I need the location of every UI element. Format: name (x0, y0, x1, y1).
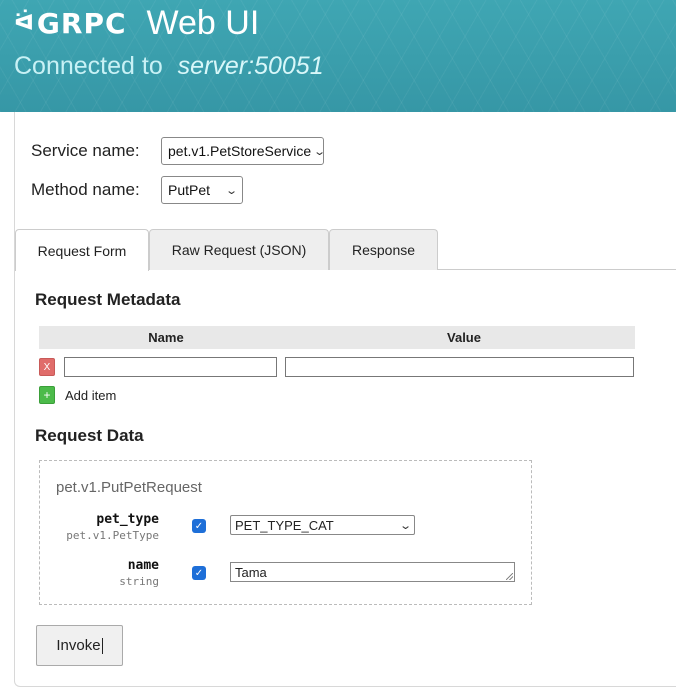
message-type: pet.v1.PutPetRequest (56, 479, 202, 496)
invoke-label: Invoke (56, 637, 101, 654)
service-value: pet.v1.PetStoreService (168, 143, 312, 159)
chevron-down-icon: ⌄ (224, 184, 238, 197)
request-data-box: pet.v1.PutPetRequest pet_type pet.v1.Pet… (39, 460, 532, 605)
grpc-logo-icon: ᐛ (14, 11, 35, 36)
resize-handle-icon[interactable] (506, 573, 513, 580)
tab-bar: Request Form Raw Request (JSON) Response (15, 229, 676, 271)
service-row: Service name: pet.v1.PetStoreService ⌄ (31, 137, 327, 165)
tab-response[interactable]: Response (329, 229, 438, 270)
invoke-button[interactable]: Invoke (36, 625, 123, 666)
request-data-title: Request Data (35, 426, 144, 445)
field-name: name (127, 558, 159, 573)
col-name-header: Name (148, 330, 184, 345)
add-item-label[interactable]: Add item (65, 388, 116, 403)
chevron-down-icon: ⌄ (398, 519, 412, 532)
name-value: Tama (235, 564, 267, 580)
pet-type-checkbox[interactable]: ✓ (192, 519, 206, 533)
name-checkbox[interactable]: ✓ (192, 566, 206, 580)
col-value-header: Value (447, 330, 481, 345)
pet-type-select[interactable]: PET_TYPE_CAT ⌄ (230, 515, 415, 535)
service-select[interactable]: pet.v1.PetStoreService ⌄ (161, 137, 327, 165)
connection-status: Connected to server:50051 (14, 52, 324, 81)
text-cursor (101, 637, 103, 654)
brand: ᐛ GRPC Web UI (14, 4, 259, 43)
method-row: Method name: PutPet ⌄ (31, 176, 243, 204)
field-name: pet_type (96, 512, 159, 527)
server-address: server:50051 (177, 52, 324, 80)
tab-raw-request[interactable]: Raw Request (JSON) (149, 229, 329, 270)
remove-row-button[interactable]: X (39, 358, 55, 376)
add-item-button[interactable]: + (39, 386, 55, 404)
pet-type-value: PET_TYPE_CAT (235, 517, 334, 533)
method-label: Method name: (31, 180, 140, 199)
field-type: string (119, 575, 159, 588)
connected-label: Connected to (14, 52, 163, 80)
app-header: ᐛ GRPC Web UI Connected to server:50051 (0, 0, 676, 112)
field-name-label: name string (119, 558, 159, 588)
metadata-name-input[interactable] (64, 357, 277, 377)
app-title: Web UI (146, 4, 260, 42)
add-item-row[interactable]: + Add item (39, 386, 116, 404)
grpc-logo: ᐛ GRPC (14, 7, 127, 40)
field-pet-type-label: pet_type pet.v1.PetType (66, 512, 159, 542)
metadata-value-input[interactable] (285, 357, 634, 377)
method-value: PutPet (168, 182, 211, 198)
logo-text: GRPC (36, 7, 127, 40)
method-select[interactable]: PutPet ⌄ (161, 176, 243, 204)
main-panel: Service name: pet.v1.PetStoreService ⌄ M… (14, 112, 676, 687)
name-textarea[interactable]: Tama (230, 562, 515, 582)
field-type: pet.v1.PetType (66, 529, 159, 542)
service-label: Service name: (31, 141, 140, 160)
metadata-row: X (39, 357, 635, 377)
metadata-table-header: Name Value (39, 326, 635, 349)
tab-request-form[interactable]: Request Form (15, 229, 149, 271)
metadata-title: Request Metadata (35, 290, 181, 309)
chevron-down-icon: ⌄ (313, 145, 327, 158)
